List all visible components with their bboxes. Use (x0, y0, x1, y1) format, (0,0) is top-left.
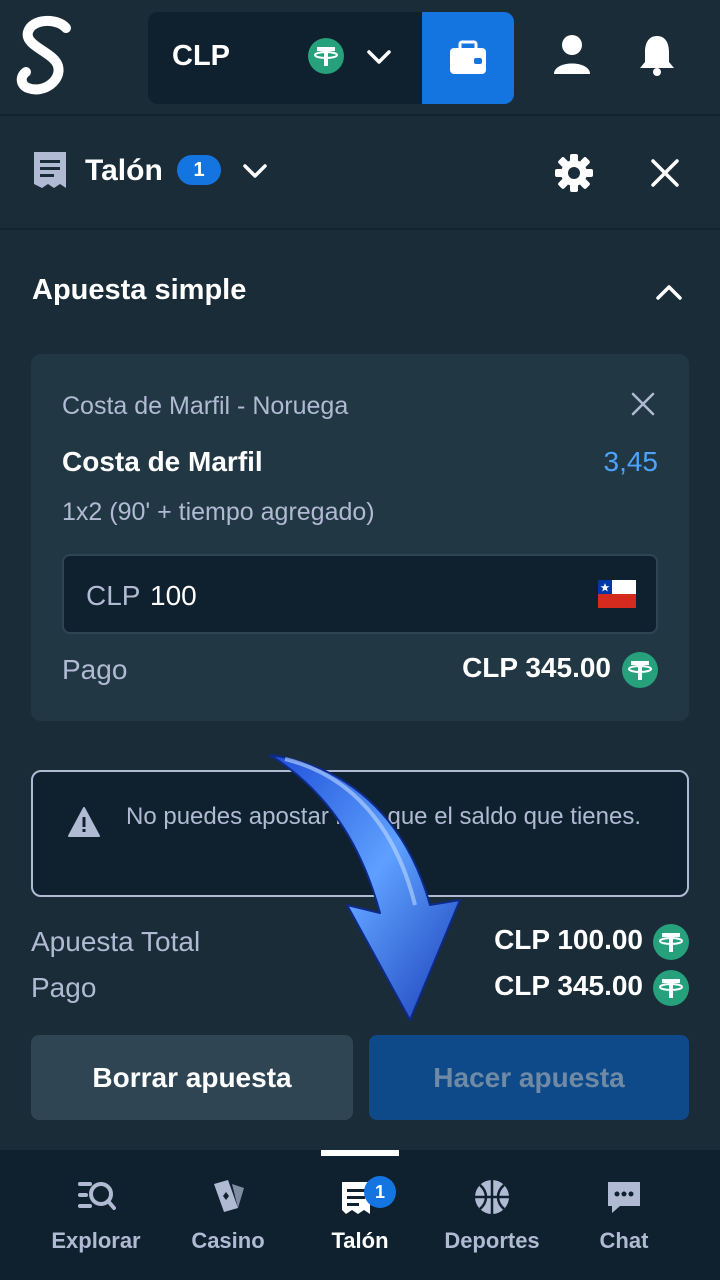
warning-icon (68, 807, 100, 837)
tether-coin-icon (622, 652, 658, 688)
wallet-selector[interactable]: CLP (148, 12, 422, 104)
stake-currency: CLP (86, 580, 141, 611)
total-payout-label: Pago (31, 972, 97, 1003)
nav-item-chat[interactable]: Chat (559, 1150, 689, 1280)
total-stake-value: CLP 100.00 (494, 924, 643, 955)
basketball-icon (475, 1180, 509, 1214)
receipt-icon (34, 152, 66, 188)
stake-input[interactable]: CLP 100 (62, 554, 658, 634)
wallet-button[interactable] (422, 12, 514, 104)
total-payout-row: Pago CLP 345.00 (31, 968, 689, 1014)
chevron-down-icon[interactable] (242, 160, 268, 182)
nav-label: Talón (331, 1228, 389, 1253)
nav-item-explorar[interactable]: Explorar (31, 1150, 161, 1280)
remove-bet-icon[interactable] (631, 392, 655, 416)
wallet-icon (450, 40, 486, 74)
user-icon[interactable] (552, 34, 592, 76)
bottom-nav: Explorar Casino 1 Talón Deportes Chat (0, 1150, 720, 1280)
currency-label: CLP (172, 40, 230, 72)
payout-label: Pago (62, 654, 128, 685)
tether-coin-icon (653, 924, 689, 960)
stake-logo[interactable] (14, 14, 78, 100)
nav-label: Chat (599, 1228, 649, 1253)
odds-value: 3,45 (603, 446, 659, 477)
section-title: Apuesta simple (32, 274, 247, 306)
tether-coin-icon (653, 970, 689, 1006)
stake-value[interactable]: 100 (150, 580, 197, 612)
market-name: 1x2 (90' + tiempo agregado) (62, 498, 375, 526)
nav-item-talon[interactable]: 1 Talón (295, 1150, 425, 1280)
total-stake-row: Apuesta Total CLP 100.00 (31, 922, 689, 968)
nav-label: Deportes (444, 1228, 540, 1253)
chevron-up-icon[interactable] (654, 282, 684, 304)
nav-item-deportes[interactable]: Deportes (427, 1150, 557, 1280)
payout-value: CLP 345.00 (462, 652, 611, 683)
warning-message: No puedes apostar más que el saldo que t… (126, 803, 642, 830)
top-bar: CLP (0, 0, 720, 116)
chevron-down-icon (367, 50, 391, 64)
tether-coin-icon (308, 38, 344, 74)
bell-icon[interactable] (637, 34, 677, 76)
bet-card: Costa de Marfil - Noruega Costa de Marfi… (31, 354, 689, 721)
betslip-count-badge: 1 (364, 1176, 396, 1208)
nav-label: Explorar (51, 1228, 141, 1253)
explore-icon (78, 1182, 116, 1210)
balance-warning: No puedes apostar más que el saldo que t… (31, 770, 689, 897)
total-stake-label: Apuesta Total (31, 926, 201, 957)
nav-item-casino[interactable]: Casino (163, 1150, 293, 1280)
clear-bet-button[interactable]: Borrar apuesta (31, 1035, 353, 1120)
chile-flag-icon (598, 580, 636, 608)
close-icon[interactable] (650, 158, 680, 188)
nav-label: Casino (191, 1228, 265, 1253)
place-bet-button[interactable]: Hacer apuesta (369, 1035, 689, 1120)
gear-icon[interactable] (555, 154, 593, 192)
selection-name: Costa de Marfil (62, 446, 263, 477)
betslip-title[interactable]: Talón (85, 154, 163, 188)
match-name[interactable]: Costa de Marfil - Noruega (62, 392, 348, 421)
betslip-header: Talón 1 (0, 118, 720, 230)
chat-icon (608, 1182, 640, 1213)
active-tab-indicator (321, 1150, 399, 1156)
betslip-count-badge: 1 (177, 155, 221, 185)
casino-icon (214, 1180, 244, 1212)
total-payout-value: CLP 345.00 (494, 970, 643, 1001)
